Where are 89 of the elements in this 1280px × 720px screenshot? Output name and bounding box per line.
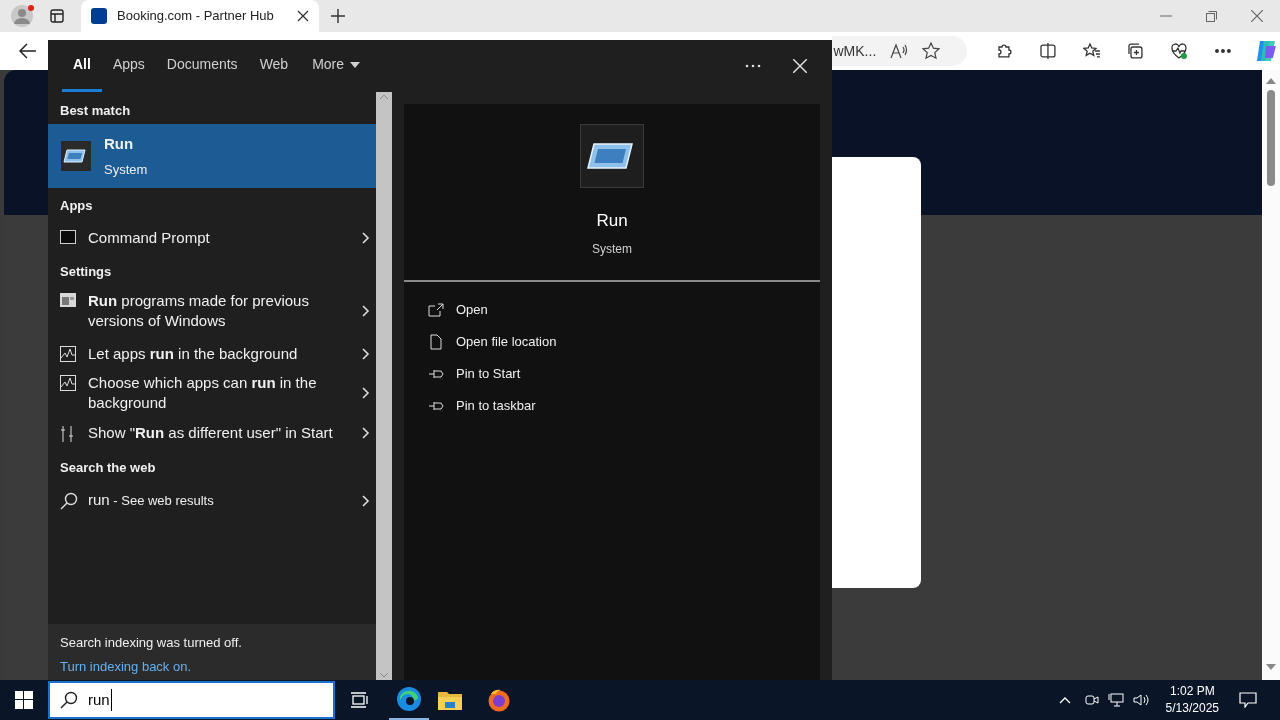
run-app-icon [580,124,644,188]
result-label: run - See web results [88,490,215,510]
search-result[interactable]: Let apps run in the background [48,338,376,370]
open-icon [428,303,444,317]
result-title: Run [104,134,135,154]
result-label: Let apps run in the background [88,344,299,364]
start-windows-icon[interactable] [15,691,33,709]
clock-date[interactable]: 5/13/2025 [1165,700,1219,717]
preview-action[interactable]: Open [404,294,820,326]
result-subtitle: System [104,160,148,179]
scroll-down-icon[interactable] [1266,664,1276,670]
best-match-result[interactable]: Run System [48,124,376,188]
favorite-star-icon[interactable] [921,42,940,60]
filter-tab[interactable]: Web [248,40,300,92]
chevron-right-icon [362,387,370,399]
favorites-icon[interactable] [1082,42,1101,60]
query-text: run [88,688,112,712]
collections-icon[interactable] [1126,42,1145,60]
run-app-icon [60,140,92,172]
folder-icon[interactable] [438,690,462,710]
result-label: Choose which apps can run in the background [88,373,318,413]
window-icon [60,293,76,307]
tab-title: Booking.com - Partner Hub [117,7,275,26]
browser-health-icon[interactable] [1170,42,1189,60]
preview-action[interactable]: Open file location [404,326,820,358]
more-options-icon[interactable] [745,64,761,68]
taskbar-search-field[interactable]: run [48,681,335,719]
edge-browser-icon[interactable] [396,686,422,712]
chevron-right-icon [362,494,370,507]
console-icon [60,230,76,244]
pin-icon [428,368,444,380]
search-result[interactable]: Run programs made for previous versions of Windows [48,288,376,334]
more-dropdown[interactable]: More [301,40,372,92]
search-result[interactable]: run - See web results [48,484,376,517]
section-header: Apps [59,197,94,215]
chevron-right-icon [362,305,370,317]
preview-title: Run [596,210,628,232]
notifications-icon[interactable] [1239,692,1257,708]
camera-icon[interactable] [1084,693,1099,707]
firefox-icon[interactable] [487,688,511,712]
result-label: Run programs made for previous versions of Windows [88,291,310,331]
browser-tab[interactable]: Booking.com - Partner Hub [81,0,319,32]
address-bar[interactable]: wMK... [831,36,967,66]
search-result[interactable]: Show "Run as different user" in Start [48,420,376,446]
restore-icon[interactable] [1206,10,1217,22]
clock-time[interactable]: 1:02 PM [1169,683,1215,700]
section-header: Settings [59,263,113,281]
search-result[interactable]: Choose which apps can run in the background [48,370,376,416]
preview-action[interactable]: Pin to taskbar [404,390,820,422]
booking-logo-icon [91,8,107,24]
result-label: Show "Run as different user" in Start [88,423,334,443]
close-window-icon[interactable] [1251,10,1263,22]
section-header: Search the web [59,459,157,477]
scrollbar-thumb[interactable] [1267,90,1275,186]
url-text: wMK... [832,41,876,61]
turn-indexing-on-link[interactable]: Turn indexing back on. [60,656,364,676]
search-icon [60,691,78,709]
network-icon[interactable] [1107,693,1124,707]
section-header: Best match [59,102,132,120]
activity-chart-icon [60,346,76,362]
result-label: Command Prompt [88,228,211,248]
page-scrollbar[interactable] [1262,70,1280,680]
scroll-up-icon[interactable] [1266,78,1276,84]
caret-icon [350,61,361,68]
chevron-right-icon [362,348,370,360]
volume-icon[interactable] [1132,693,1150,707]
back-arrow-icon[interactable] [19,43,37,59]
pin-icon [428,400,444,412]
search-result[interactable]: Command Prompt [48,222,376,254]
split-screen-icon[interactable] [1038,42,1057,60]
profile-avatar-icon[interactable] [10,4,36,28]
preview-action[interactable]: Pin to Start [404,358,820,390]
chevron-right-icon [362,427,370,439]
read-aloud-icon[interactable] [889,43,908,59]
task-view-icon[interactable] [351,692,369,708]
chevron-right-icon [362,232,370,244]
filter-tab[interactable]: Documents [155,40,249,92]
new-tab-icon[interactable] [331,9,345,23]
tab-actions-icon[interactable] [50,9,64,23]
notice-text: Search indexing was turned off. [60,634,243,652]
preview-subtitle: System [592,240,632,258]
search-icon [60,492,78,510]
show-hidden-icons-icon[interactable] [1058,696,1071,704]
document-icon [430,334,442,350]
filter-tab[interactable]: All [62,40,102,92]
activity-chart-icon [60,375,76,391]
sliders-icon [60,425,74,443]
filter-tab[interactable]: Apps [101,40,156,92]
close-icon[interactable] [297,10,309,22]
